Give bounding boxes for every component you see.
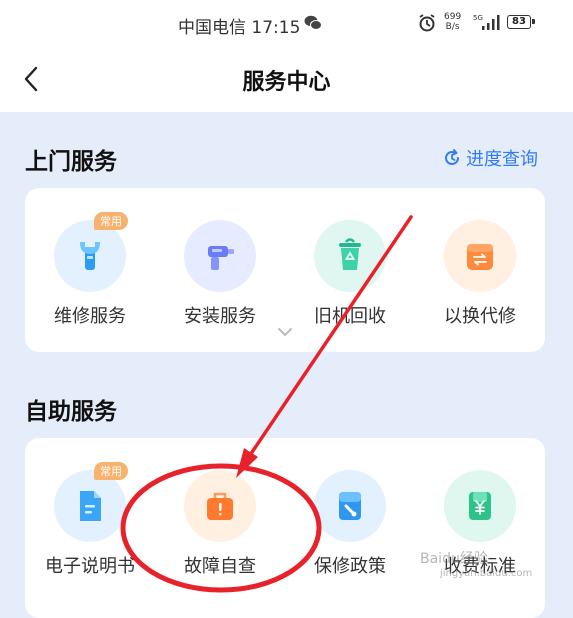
section-title-home-service: 上门服务 — [25, 149, 117, 175]
service-install-circle — [184, 220, 256, 292]
service-install-label: 安装服务 — [184, 306, 256, 327]
net-speed: 699 B/s — [444, 12, 461, 32]
status-bar: 中国电信 17:15 699 B/s 5G 83 — [0, 0, 573, 50]
service-self-check-label: 故障自查 — [184, 556, 256, 577]
net-speed-value: 699 — [444, 12, 462, 22]
repair-policy-icon — [339, 492, 361, 520]
alarm-icon — [419, 14, 435, 32]
common-tag: 常用 — [94, 462, 128, 480]
service-repair-circle — [54, 220, 126, 292]
battery-indicator: 83 — [507, 15, 535, 29]
service-e-manual-label: 电子说明书 — [45, 556, 135, 577]
chevron-down-icon[interactable] — [276, 326, 294, 338]
carrier-time: 中国电信 17:15 — [178, 18, 301, 38]
service-fee-circle — [444, 470, 516, 542]
watermark-sub: jingyan.baidu.com — [440, 568, 533, 579]
service-recycle-label: 旧机回收 — [314, 306, 386, 327]
service-e-manual-circle — [54, 470, 126, 542]
service-recycle-circle — [314, 220, 386, 292]
service-exchange-circle — [444, 220, 516, 292]
self-service-card: 常用 电子说明书 故障自查 保修政策 收费标准 — [25, 438, 545, 618]
common-tag: 常用 — [94, 212, 128, 230]
exchange-box-icon — [467, 244, 493, 270]
watermark: Baidu经验 jingyan.baidu.com — [420, 548, 532, 579]
page-title: 服务中心 — [242, 70, 331, 95]
yuan-fee-icon — [469, 492, 491, 520]
progress-query-link[interactable]: 进度查询 — [442, 145, 538, 171]
document-icon — [80, 491, 101, 521]
service-self-check-circle — [184, 470, 256, 542]
watermark-text: Baidu经验 — [420, 551, 488, 567]
signal-icon — [482, 15, 500, 30]
toolbox-icon — [207, 492, 233, 520]
service-repair-label: 维修服务 — [54, 306, 126, 327]
refresh-icon — [445, 149, 459, 165]
service-warranty-circle — [314, 470, 386, 542]
nav-bar: 服务中心 — [0, 50, 573, 112]
section-title-self-service: 自助服务 — [25, 399, 117, 425]
drill-icon — [208, 246, 234, 270]
service-exchange-label: 以换代修 — [444, 306, 516, 327]
recycle-bin-icon — [339, 238, 361, 270]
progress-query-label: 进度查询 — [466, 149, 538, 170]
net-speed-unit: B/s — [445, 22, 460, 32]
service-warranty-label: 保修政策 — [314, 556, 386, 577]
wechat-icon — [304, 15, 322, 30]
wrench-icon — [80, 242, 100, 270]
